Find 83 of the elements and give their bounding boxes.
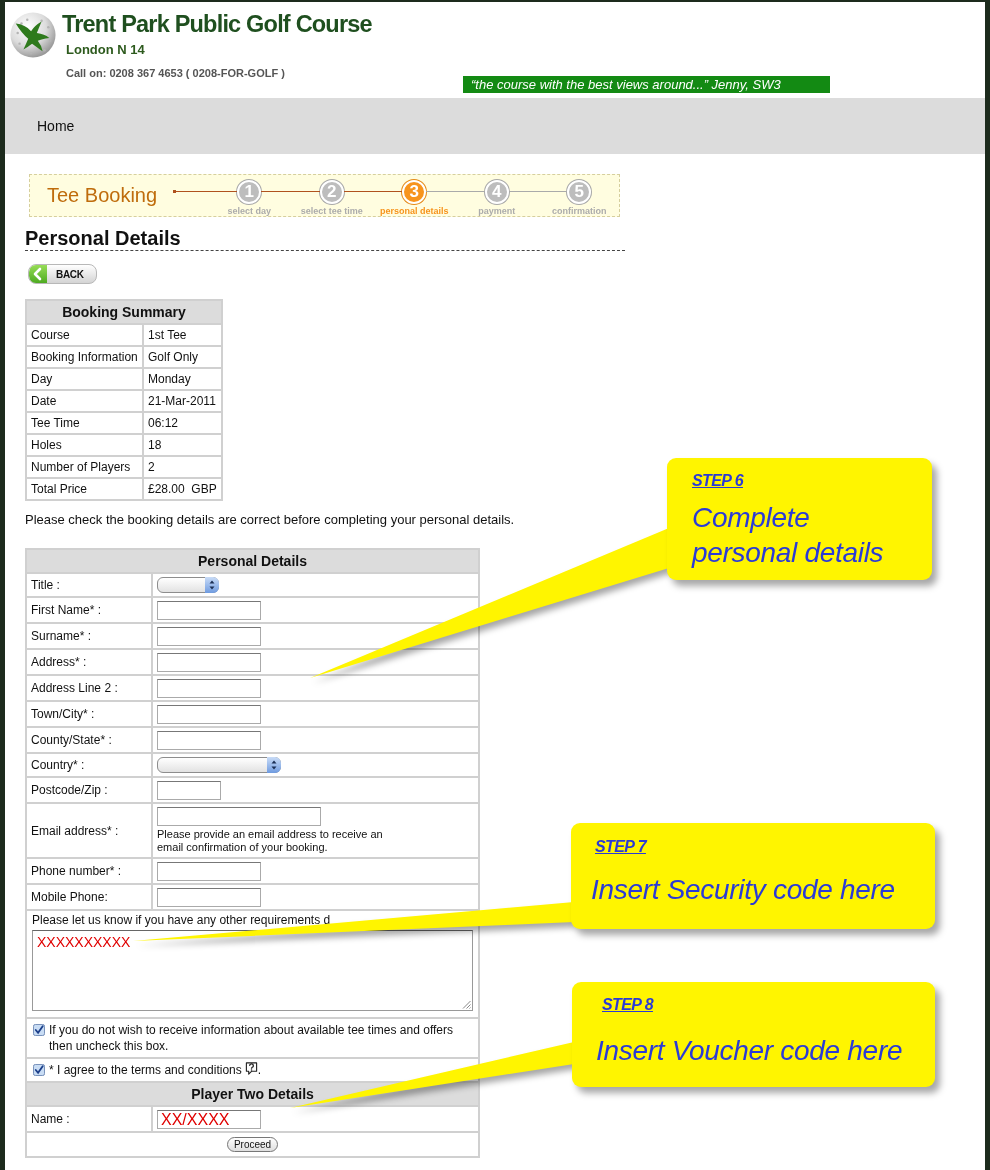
text-field[interactable] bbox=[157, 678, 261, 698]
field-label: Postcode/Zip : bbox=[26, 777, 152, 803]
site-title: Trent Park Public Golf Course bbox=[62, 10, 373, 39]
field-label: Title : bbox=[26, 573, 152, 597]
callout-text: Insert Security code here bbox=[591, 873, 895, 907]
field-label: First Name* : bbox=[26, 597, 152, 623]
phone-text: Call on: 0208 367 4653 ( 0208-FOR-GOLF ) bbox=[66, 66, 286, 80]
text-field[interactable] bbox=[157, 626, 261, 646]
text-field[interactable] bbox=[157, 807, 321, 826]
step-number: 1 bbox=[237, 180, 262, 204]
option-label: * I agree to the terms and conditions bbox=[49, 1062, 242, 1078]
checkbox[interactable] bbox=[33, 1064, 45, 1076]
text-field[interactable] bbox=[157, 652, 261, 672]
dropdown[interactable] bbox=[157, 757, 281, 773]
field-label: Mobile Phone: bbox=[26, 884, 152, 910]
summary-label: Booking Information bbox=[26, 346, 143, 368]
callout-step-label: STEP 7 bbox=[595, 837, 646, 857]
text-field[interactable] bbox=[157, 704, 261, 724]
page-heading: Personal Details bbox=[25, 227, 625, 251]
field-label: Phone number* : bbox=[26, 858, 152, 884]
dropdown-arrows-icon bbox=[267, 757, 281, 773]
step-label: payment bbox=[478, 206, 516, 217]
location-text: London N 14 bbox=[66, 42, 146, 58]
option-suffix: . bbox=[257, 1062, 262, 1078]
summary-value: 21-Mar-2011 bbox=[143, 390, 222, 412]
step-number: 3 bbox=[402, 180, 427, 204]
summary-label: Total Price bbox=[26, 478, 143, 500]
step-label: select day bbox=[227, 206, 271, 217]
step-label: confirmation bbox=[552, 206, 607, 217]
summary-label: Tee Time bbox=[26, 412, 143, 434]
summary-value: 2 bbox=[143, 456, 222, 478]
step-label: personal details bbox=[380, 206, 449, 217]
option-label: If you do not wish to receive information about available tee times and offers then uncheck this box. bbox=[49, 1022, 454, 1054]
dropdown-arrows-icon bbox=[205, 577, 219, 593]
summary-label: Date bbox=[26, 390, 143, 412]
requirements-label: Please let us know if you have any other requirements d bbox=[32, 913, 331, 927]
text-field[interactable] bbox=[157, 780, 221, 800]
callout-step-label: STEP 8 bbox=[602, 995, 653, 1015]
field-label: Country* : bbox=[26, 753, 152, 777]
table-heading: Personal Details bbox=[26, 549, 479, 573]
field-label: County/State* : bbox=[26, 727, 152, 753]
summary-label: Holes bbox=[26, 434, 143, 456]
dropdown[interactable] bbox=[157, 577, 219, 593]
help-icon[interactable] bbox=[244, 1062, 258, 1075]
summary-value: 1st Tee bbox=[143, 324, 222, 346]
text-field[interactable] bbox=[157, 730, 261, 750]
steps-title: Tee Booking bbox=[46, 183, 159, 207]
proceed-button[interactable]: Proceed bbox=[226, 1137, 279, 1153]
resize-grip-icon bbox=[462, 1000, 471, 1009]
summary-value: 06:12 bbox=[143, 412, 222, 434]
text-field[interactable] bbox=[157, 861, 261, 881]
summary-value: 18 bbox=[143, 434, 222, 456]
callout-text: Insert Voucher code here bbox=[596, 1034, 903, 1068]
notice-text: Please check the booking details are correct before completing your personal details. bbox=[25, 512, 515, 528]
field-label: Town/City* : bbox=[26, 701, 152, 727]
step-number: 2 bbox=[319, 180, 344, 204]
name-field[interactable]: XX/XXXX bbox=[157, 1109, 261, 1129]
summary-label: Number of Players bbox=[26, 456, 143, 478]
summary-value: Monday bbox=[143, 368, 222, 390]
hint-text: Please provide an email address to receive an email confirmation of your booking. bbox=[157, 828, 384, 854]
field-label: Address* : bbox=[26, 649, 152, 675]
table-heading: Booking Summary bbox=[26, 300, 222, 324]
back-button[interactable]: BACK bbox=[28, 264, 97, 284]
step-number: 5 bbox=[567, 180, 592, 204]
text-field[interactable] bbox=[157, 600, 261, 620]
chevron-left-icon bbox=[29, 265, 47, 283]
field-label: Address Line 2 : bbox=[26, 675, 152, 701]
summary-value: Golf Only bbox=[143, 346, 222, 368]
summary-value: £28.00 GBP bbox=[143, 478, 222, 500]
summary-label: Day bbox=[26, 368, 143, 390]
step-label: select tee time bbox=[300, 206, 363, 217]
golf-ball-icon bbox=[10, 12, 56, 58]
field-label: Email address* : bbox=[26, 803, 152, 858]
field-label: Surname* : bbox=[26, 623, 152, 649]
checkbox[interactable] bbox=[33, 1024, 45, 1036]
quote-banner: “the course with the best views around...” Jenny, SW3 bbox=[463, 76, 830, 93]
step-number: 4 bbox=[484, 180, 509, 204]
callout-text: Complete personal details bbox=[692, 501, 885, 570]
summary-label: Course bbox=[26, 324, 143, 346]
field-label: Name : bbox=[26, 1106, 152, 1132]
callout-step-label: STEP 6 bbox=[692, 471, 743, 491]
text-field[interactable] bbox=[157, 887, 261, 907]
nav-link[interactable]: Home bbox=[37, 117, 75, 135]
